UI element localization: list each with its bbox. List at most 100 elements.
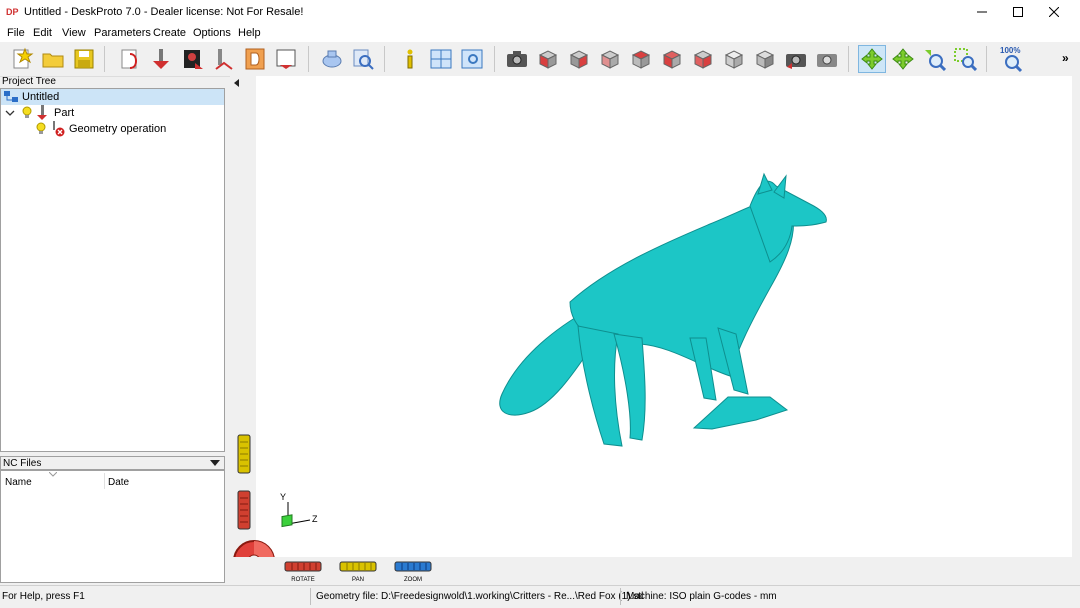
cube-top-button[interactable] <box>658 45 686 73</box>
zoom-level-label: 100% <box>1000 46 1020 55</box>
menu-help[interactable]: Help <box>238 27 261 39</box>
info-button[interactable] <box>396 45 424 73</box>
cube-iso-icon <box>724 50 744 69</box>
menu-view[interactable]: View <box>62 27 86 39</box>
maximize-icon <box>1013 7 1023 17</box>
camera-restore-icon <box>817 54 837 67</box>
camera-rotate-button[interactable] <box>782 45 810 73</box>
import-geometry-icon <box>153 49 169 69</box>
cube-back-icon <box>631 50 651 69</box>
menu-file[interactable]: File <box>7 27 25 39</box>
open-folder-icon <box>42 53 64 68</box>
column-header-name[interactable]: Name <box>1 472 105 489</box>
nc-files-header[interactable]: NC Files <box>0 456 225 470</box>
zoom-window-button[interactable] <box>951 45 979 73</box>
zoom-fit-icon: 100% <box>1000 46 1023 73</box>
menu-options[interactable]: Options <box>193 27 231 39</box>
split-view-icon <box>430 49 452 69</box>
export-icon <box>276 49 296 69</box>
vertical-scrollbar[interactable] <box>1072 76 1080 583</box>
cube-right-button[interactable] <box>565 45 593 73</box>
tree-item-label: Part <box>54 107 75 119</box>
nc-files-title: NC Files <box>3 458 42 469</box>
new-file-button[interactable] <box>8 45 36 73</box>
part-params-button[interactable] <box>116 45 144 73</box>
cube-shaded-icon <box>755 50 775 69</box>
toolpath-button[interactable] <box>318 45 346 73</box>
zoom-window-icon <box>954 48 977 71</box>
bitmap-icon <box>184 50 203 69</box>
tree-item-part[interactable]: Part <box>5 105 74 121</box>
menu-create[interactable]: Create <box>153 27 186 39</box>
main-toolbar: 100% » <box>0 42 1080 77</box>
camera-restore-button[interactable] <box>813 45 841 73</box>
menu-edit[interactable]: Edit <box>33 27 52 39</box>
operation-error-icon <box>53 121 65 137</box>
export-button[interactable] <box>272 45 300 73</box>
rotate-mode-icon <box>861 48 883 70</box>
camera-button[interactable] <box>503 45 531 73</box>
operation-button[interactable] <box>210 45 238 73</box>
cube-front-button[interactable] <box>534 45 562 73</box>
fox-model[interactable] <box>230 76 1072 583</box>
screen-view-button[interactable] <box>458 45 486 73</box>
cube-shaded-button[interactable] <box>751 45 779 73</box>
toolpath-icon <box>322 50 342 68</box>
rotate-mode-button[interactable] <box>858 45 886 73</box>
close-icon <box>1049 7 1059 17</box>
maximize-button[interactable] <box>1000 0 1036 24</box>
drawing-d-icon <box>245 48 265 70</box>
chevron-down-icon[interactable] <box>5 108 15 118</box>
pan-mode-button[interactable] <box>889 45 917 73</box>
project-tree-title: Project Tree <box>2 76 56 87</box>
part-icon <box>37 105 47 120</box>
pan-mode-icon <box>892 48 914 70</box>
cube-top-icon <box>662 50 682 69</box>
toolbar-overflow-button[interactable]: » <box>1062 51 1069 65</box>
toolbar-separator <box>104 46 105 72</box>
preview-button[interactable] <box>349 45 377 73</box>
lightbulb-icon[interactable] <box>21 106 33 120</box>
cube-back-button[interactable] <box>627 45 655 73</box>
nc-files-list: Name Date <box>0 470 225 583</box>
toolbar-separator <box>308 46 309 72</box>
lightbulb-icon[interactable] <box>35 122 47 136</box>
dropdown-arrow-icon[interactable] <box>210 460 220 468</box>
menu-parameters[interactable]: Parameters <box>94 27 151 39</box>
status-divider <box>620 588 621 605</box>
save-button[interactable] <box>70 45 98 73</box>
window-title: Untitled - DeskProto 7.0 - Dealer licens… <box>24 6 304 18</box>
cube-right-icon <box>569 50 589 69</box>
project-tree: Untitled Part Geometry operation <box>0 88 225 452</box>
zoom-fit-button[interactable]: 100% <box>998 45 1026 73</box>
new-file-icon <box>13 47 34 69</box>
status-divider <box>310 588 311 605</box>
tree-item-label: Geometry operation <box>69 123 167 135</box>
close-button[interactable] <box>1036 0 1072 24</box>
3d-viewport[interactable]: ROTATE PAN ZOOM Y Z <box>230 76 1072 583</box>
split-view-button[interactable] <box>427 45 455 73</box>
status-bar: For Help, press F1 Geometry file: D:\Fre… <box>0 585 1080 608</box>
bitmap-button[interactable] <box>179 45 207 73</box>
open-button[interactable] <box>39 45 67 73</box>
cube-bottom-icon <box>693 50 713 69</box>
import-geometry-button[interactable] <box>148 45 176 73</box>
zoom-mode-button[interactable] <box>920 45 948 73</box>
column-header-date[interactable]: Date <box>105 473 224 489</box>
cube-left-button[interactable] <box>596 45 624 73</box>
sort-indicator-icon <box>49 472 57 477</box>
tree-item-untitled[interactable]: Untitled <box>1 89 224 105</box>
toolbar-separator <box>494 46 495 72</box>
toolbar-separator <box>848 46 849 72</box>
toolbar-separator <box>986 46 987 72</box>
toolbar-separator <box>384 46 385 72</box>
tree-item-geometry-operation[interactable]: Geometry operation <box>35 121 166 137</box>
minimize-button[interactable] <box>964 0 1000 24</box>
cube-iso-button[interactable] <box>720 45 748 73</box>
status-help-text: For Help, press F1 <box>2 591 85 602</box>
cube-bottom-button[interactable] <box>689 45 717 73</box>
camera-rotate-icon <box>786 54 806 69</box>
deskproto-logo-icon: DP <box>6 5 20 19</box>
drawing-button[interactable] <box>241 45 269 73</box>
svg-text:DP: DP <box>6 7 19 17</box>
